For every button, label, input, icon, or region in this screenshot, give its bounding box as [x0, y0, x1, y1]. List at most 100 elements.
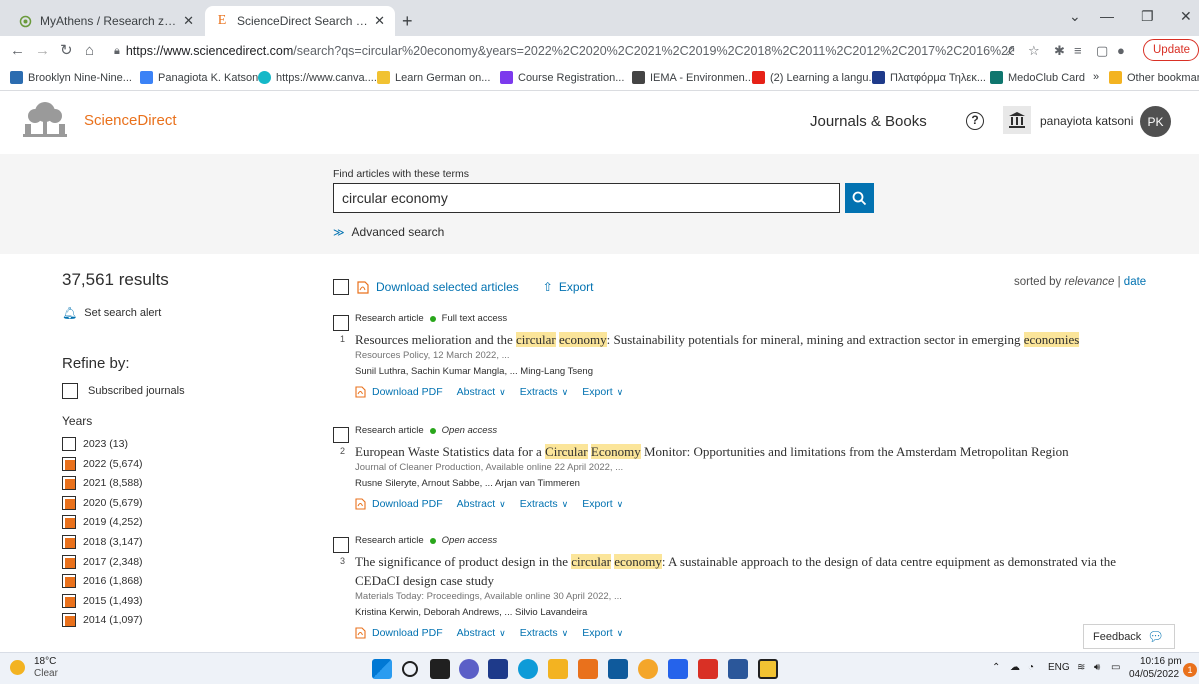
year-checkbox[interactable]: [62, 574, 76, 589]
close-window-icon[interactable]: ✕: [1180, 8, 1192, 25]
app-icon[interactable]: [578, 659, 598, 679]
feedback-button[interactable]: Feedback 💬︎: [1083, 624, 1175, 649]
extracts-toggle[interactable]: Extracts ∨: [520, 627, 569, 639]
sort-date-link[interactable]: date: [1124, 276, 1146, 288]
select-all-checkbox[interactable]: [333, 279, 349, 295]
abstract-toggle[interactable]: Abstract ∨: [457, 498, 506, 510]
year-filter-item[interactable]: 2015 (1,493): [62, 593, 143, 608]
year-checkbox[interactable]: [62, 515, 76, 530]
result-title-link[interactable]: Resources melioration and the circular e…: [355, 330, 1150, 349]
word-icon[interactable]: [728, 659, 748, 679]
home-icon[interactable]: ⌂: [85, 43, 94, 59]
tray-app-icon[interactable]: ◔: [1028, 662, 1034, 673]
result-title-link[interactable]: European Waste Statistics data for a Cir…: [355, 442, 1150, 461]
clock-date[interactable]: 04/05/2022: [1129, 669, 1179, 680]
tab-search-chevron-icon[interactable]: ⌄: [1069, 8, 1081, 25]
sciencedirect-logo-text[interactable]: ScienceDirect: [84, 112, 177, 129]
export-toggle[interactable]: Export ∨: [582, 627, 623, 639]
result-title-link[interactable]: The significance of product design in th…: [355, 552, 1150, 590]
subscribed-checkbox[interactable]: [62, 383, 78, 399]
bookmark-item[interactable]: (2) Learning a langu...: [752, 71, 878, 84]
notification-badge[interactable]: 1: [1183, 663, 1197, 677]
bookmark-item[interactable]: Learn German on...: [377, 71, 490, 84]
export-link[interactable]: ⇧ Export: [543, 280, 594, 294]
subscribed-journals-filter[interactable]: Subscribed journals: [62, 383, 185, 399]
restore-icon[interactable]: ❐: [1141, 8, 1154, 25]
search-input[interactable]: [333, 183, 840, 213]
help-icon[interactable]: ?: [966, 112, 984, 130]
tab-myathens[interactable]: MyAthens / Research zone ✕: [8, 6, 204, 36]
extensions-icon[interactable]: ✱: [1054, 43, 1065, 59]
address-bar[interactable]: 🔒︎ https://www.sciencedirect.com /search…: [114, 39, 1014, 63]
result-checkbox[interactable]: [333, 537, 349, 553]
set-search-alert-link[interactable]: 🔔︎ Set search alert: [62, 306, 161, 320]
year-filter-item[interactable]: 2016 (1,868): [62, 574, 143, 589]
new-tab-icon[interactable]: +: [402, 12, 413, 30]
year-filter-item[interactable]: 2014 (1,097): [62, 613, 143, 628]
year-checkbox[interactable]: [62, 476, 76, 491]
reload-icon[interactable]: ↻: [60, 43, 73, 59]
export-toggle[interactable]: Export ∨: [582, 498, 623, 510]
chrome-icon[interactable]: [638, 659, 658, 679]
widgets-icon[interactable]: [488, 659, 508, 679]
year-filter-item[interactable]: 2021 (8,588): [62, 476, 143, 491]
journals-books-link[interactable]: Journals & Books: [810, 113, 927, 130]
download-pdf-link[interactable]: Download PDF: [355, 627, 443, 639]
tab-sciencedirect[interactable]: E ScienceDirect Search Results - Ke ✕: [205, 6, 395, 36]
sticky-notes-icon[interactable]: [758, 659, 778, 679]
avatar[interactable]: PK: [1140, 106, 1171, 137]
profile-icon[interactable]: ●: [1117, 43, 1125, 58]
result-checkbox[interactable]: [333, 427, 349, 443]
extracts-toggle[interactable]: Extracts ∨: [520, 386, 569, 398]
username[interactable]: panayiota katsoni: [1040, 114, 1133, 128]
weather-temp[interactable]: 18°C: [34, 656, 56, 667]
institution-icon[interactable]: [1003, 106, 1031, 134]
sort-relevance[interactable]: relevance: [1065, 276, 1115, 288]
year-checkbox[interactable]: [62, 535, 76, 549]
download-selected-link[interactable]: Download selected articles: [357, 280, 519, 294]
wifi-icon[interactable]: ≋: [1077, 662, 1085, 673]
year-filter-item[interactable]: 2023 (13): [62, 437, 128, 451]
bookmark-star-icon[interactable]: ☆: [1028, 43, 1040, 59]
year-checkbox[interactable]: [62, 495, 76, 510]
other-bookmarks[interactable]: Other bookmarks: [1109, 71, 1199, 84]
bookmarks-overflow[interactable]: »: [1093, 71, 1099, 83]
export-toggle[interactable]: Export ∨: [582, 386, 623, 398]
year-filter-item[interactable]: 2022 (5,674): [62, 456, 143, 471]
battery-icon[interactable]: ▭: [1111, 662, 1120, 673]
forward-icon[interactable]: →: [35, 43, 50, 59]
download-pdf-link[interactable]: Download PDF: [355, 498, 443, 510]
extracts-toggle[interactable]: Extracts ∨: [520, 498, 569, 510]
result-checkbox[interactable]: [333, 315, 349, 331]
task-view-icon[interactable]: [430, 659, 450, 679]
clock-time[interactable]: 10:16 pm: [1140, 656, 1182, 667]
advanced-search-toggle[interactable]: ≫ Advanced search: [333, 225, 444, 239]
year-filter-item[interactable]: 2018 (3,147): [62, 535, 143, 549]
bookmark-item[interactable]: https://www.canva....: [258, 71, 377, 84]
bookmark-item[interactable]: Panagiota K. Katson...: [140, 71, 267, 84]
minimize-icon[interactable]: —: [1100, 8, 1114, 24]
weather-condition[interactable]: Clear: [34, 668, 58, 679]
close-tab-icon[interactable]: ✕: [374, 13, 385, 29]
elsevier-tree-logo-icon[interactable]: [17, 100, 73, 140]
edge-icon[interactable]: [518, 659, 538, 679]
windows-start-icon[interactable]: [372, 659, 392, 679]
share-icon[interactable]: ⇗: [1005, 43, 1016, 59]
acrobat-icon[interactable]: [698, 659, 718, 679]
year-checkbox[interactable]: [62, 593, 76, 608]
bookmark-item[interactable]: Course Registration...: [500, 71, 624, 84]
mail-icon[interactable]: [608, 659, 628, 679]
onedrive-icon[interactable]: ☁: [1010, 662, 1020, 673]
tray-chevron-icon[interactable]: ⌃: [992, 662, 1000, 673]
volume-icon[interactable]: 🔊︎: [1094, 662, 1100, 673]
app-icon[interactable]: [668, 659, 688, 679]
search-button[interactable]: [845, 183, 874, 213]
search-taskbar-icon[interactable]: [402, 661, 418, 677]
year-checkbox[interactable]: [62, 613, 76, 628]
side-panel-icon[interactable]: ▢: [1096, 43, 1108, 59]
language-indicator[interactable]: ENG: [1048, 662, 1070, 673]
bookmark-item[interactable]: Πλατφόρμα Τηλεκ...: [872, 71, 986, 84]
file-explorer-icon[interactable]: [548, 659, 568, 679]
teams-chat-icon[interactable]: [459, 659, 479, 679]
bookmark-item[interactable]: IEMA - Environmen...: [632, 71, 754, 84]
